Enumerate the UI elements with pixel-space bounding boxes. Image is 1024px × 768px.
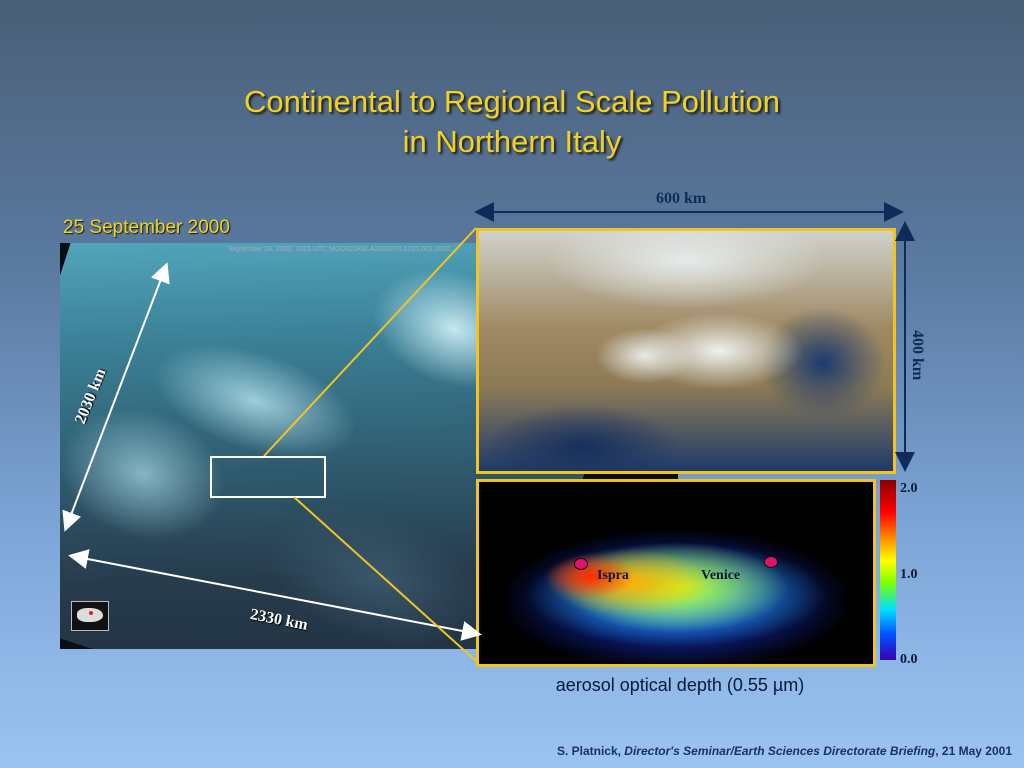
annotation-overlay [62, 202, 915, 662]
footer-credit: S. Platnick, Director's Seminar/Earth Sc… [557, 744, 1012, 758]
footer-date: , 21 May 2001 [935, 744, 1012, 758]
footer-event: Director's Seminar/Earth Sciences Direct… [624, 744, 936, 758]
zoom-line-bottom [293, 496, 477, 662]
footer-author: S. Platnick, [556, 744, 625, 758]
zoom-line-top [263, 227, 477, 457]
inset-width-label: 600 km [656, 190, 707, 207]
inset-height-label: 400 km [909, 330, 926, 381]
